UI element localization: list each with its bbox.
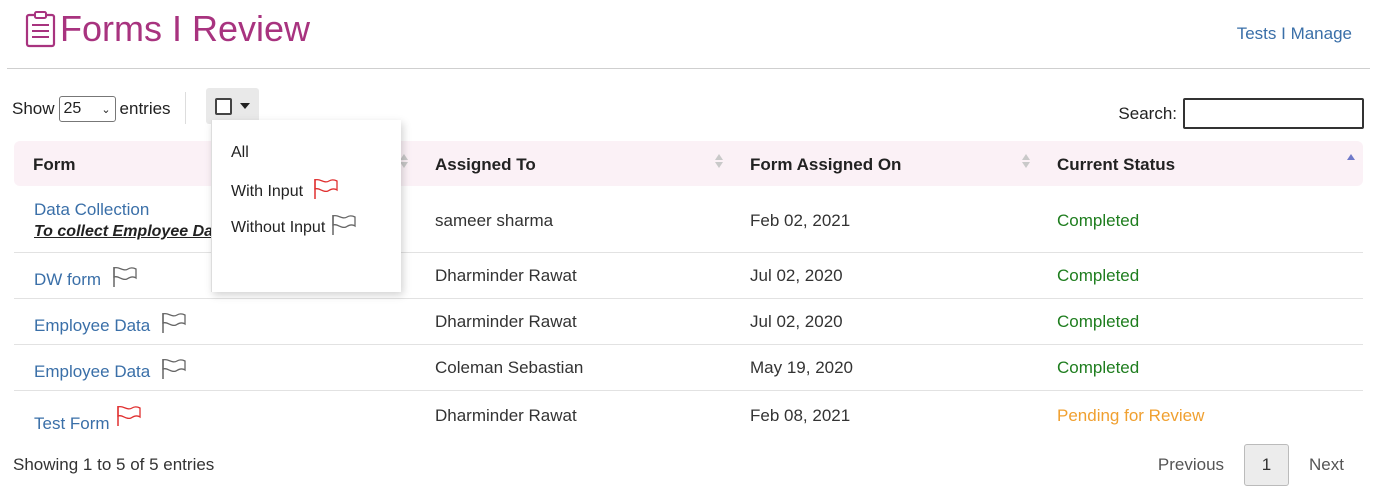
gray-flag-icon xyxy=(161,312,187,339)
chevron-down-icon: ⌄ xyxy=(101,103,111,116)
table-row: Test Form Dharminder Rawat Feb 08, 2021 … xyxy=(14,391,1363,439)
page-1-button[interactable]: 1 xyxy=(1244,444,1290,486)
assigned-on: Feb 08, 2021 xyxy=(750,406,851,425)
filter-option-without-input[interactable]: Without Input xyxy=(231,214,357,241)
red-flag-icon xyxy=(313,178,339,205)
header-divider xyxy=(7,68,1370,69)
assigned-to: Coleman Sebastian xyxy=(435,358,584,377)
filter-option-with-input[interactable]: With Input xyxy=(231,178,339,205)
sort-ascending-icon[interactable] xyxy=(1347,154,1357,168)
status-badge: Completed xyxy=(1057,312,1140,331)
page-title: Forms I Review xyxy=(60,8,311,49)
controls-divider xyxy=(185,92,186,124)
sort-icon[interactable] xyxy=(400,154,410,168)
assigned-on: Jul 02, 2020 xyxy=(750,312,843,331)
form-cell: Employee Data xyxy=(34,358,187,385)
checkbox-icon xyxy=(215,97,232,115)
flag-filter-menu: All With Input Without Input xyxy=(211,120,401,292)
assigned-to: Dharminder Rawat xyxy=(435,266,577,285)
form-cell: Employee Data xyxy=(34,312,187,339)
filter-option-label: All xyxy=(231,144,249,161)
filter-option-label: Without Input xyxy=(231,218,326,236)
page-header: Forms I Review Tests I Manage xyxy=(0,0,1387,68)
form-link[interactable]: Employee Data xyxy=(34,316,150,335)
form-link[interactable]: Test Form xyxy=(34,414,110,433)
column-header-current-status[interactable]: Current Status xyxy=(1057,155,1175,175)
column-header-form[interactable]: Form xyxy=(33,155,76,175)
search-label: Search: xyxy=(1118,103,1177,123)
next-page-button[interactable]: Next xyxy=(1289,445,1364,485)
title-wrap: Forms I Review xyxy=(24,8,310,50)
assigned-on: May 19, 2020 xyxy=(750,358,854,377)
flag-filter-button[interactable] xyxy=(206,88,259,124)
pagination: Previous 1 Next xyxy=(1138,444,1364,486)
form-link[interactable]: DW form xyxy=(34,270,101,289)
sort-icon[interactable] xyxy=(1022,154,1032,168)
search-control: Search: xyxy=(1118,98,1364,129)
assigned-on: Feb 02, 2021 xyxy=(750,211,851,230)
assigned-to: Dharminder Rawat xyxy=(435,312,577,331)
assigned-on: Jul 02, 2020 xyxy=(750,266,843,285)
column-header-form-assigned-on[interactable]: Form Assigned On xyxy=(750,155,901,175)
clipboard-icon xyxy=(24,10,58,48)
table-row: Employee Data Dharminder Rawat Jul 02, 2… xyxy=(14,299,1363,345)
status-badge: Completed xyxy=(1057,266,1140,285)
previous-page-button[interactable]: Previous xyxy=(1138,445,1244,485)
form-cell: Test Form xyxy=(34,405,142,434)
table-row: Employee Data Coleman Sebastian May 19, … xyxy=(14,345,1363,391)
entries-label: entries xyxy=(119,99,171,118)
status-badge: Pending for Review xyxy=(1057,406,1205,425)
form-subtitle: To collect Employee Data xyxy=(34,223,228,240)
form-cell: DW form xyxy=(34,266,138,293)
filter-option-all[interactable]: All xyxy=(231,144,249,162)
table-info: Showing 1 to 5 of 5 entries xyxy=(13,455,215,474)
assigned-to: sameer sharma xyxy=(435,211,554,230)
filter-option-label: With Input xyxy=(231,182,304,200)
page-length-select[interactable]: 25 ⌄ xyxy=(58,96,116,122)
page-length-value: 25 xyxy=(63,100,82,117)
search-input[interactable] xyxy=(1183,98,1364,129)
status-badge: Completed xyxy=(1057,358,1140,377)
tests-i-manage-link[interactable]: Tests I Manage xyxy=(1237,24,1352,44)
show-label: Show xyxy=(12,99,55,118)
gray-flag-icon xyxy=(112,266,138,293)
column-header-assigned-to[interactable]: Assigned To xyxy=(435,155,536,175)
gray-flag-icon xyxy=(331,214,357,241)
page-length-control: Show 25 ⌄ entries xyxy=(12,96,171,122)
red-flag-icon xyxy=(116,405,142,432)
sort-icon[interactable] xyxy=(715,154,725,168)
assigned-to: Dharminder Rawat xyxy=(435,406,577,425)
form-link[interactable]: Data Collection xyxy=(34,200,149,220)
form-link[interactable]: Employee Data xyxy=(34,362,150,381)
caret-down-icon xyxy=(240,103,250,109)
status-badge: Completed xyxy=(1057,211,1140,230)
gray-flag-icon xyxy=(161,358,187,385)
